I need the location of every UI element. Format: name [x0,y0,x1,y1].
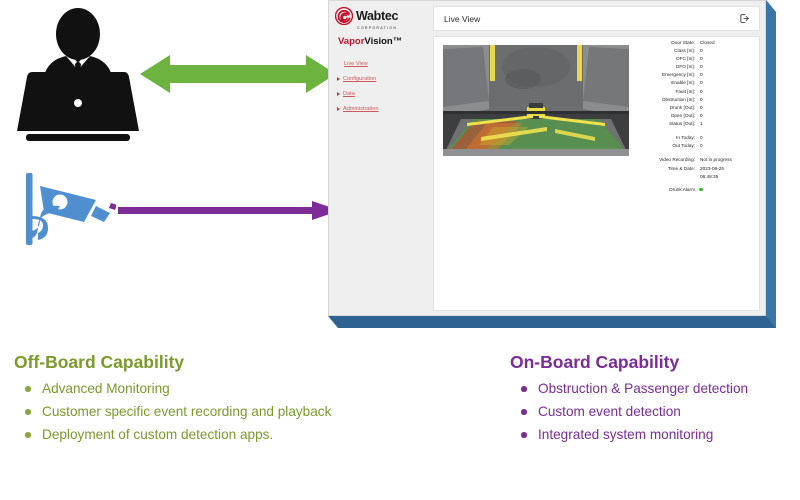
status-value: 0 [700,135,703,141]
onboard-capability-section: On-Board Capability Obstruction & Passen… [510,352,800,447]
offboard-capability-section: Off-Board Capability Advanced Monitoring… [14,352,374,447]
status-value: Closed [700,40,715,45]
person-at-laptop-icon [17,8,139,141]
chevron-right-icon [337,92,340,96]
status-value: 0 [700,72,703,78]
sidebar-item-live-view[interactable]: Live View [337,61,429,67]
time-date-label: Time & Date: [667,166,695,172]
vaporvision-app-window: Wabtec CORPORATION VaporVision™ Live Vie… [328,0,776,328]
status-row: Emergency [In]: 0 [632,71,756,79]
status-row: Enable [In]: 0 [632,79,756,87]
status-value: 0 [700,80,703,86]
status-label: Fault [In]: [675,88,695,94]
sidebar-item-label: Administration [343,106,379,112]
status-label: In Today: [676,135,695,141]
sidebar-item-label: Configuration [343,76,377,82]
sidebar-item-administration[interactable]: Administration [337,106,429,112]
drunk-alarm-label: Drunk Alarm [669,187,695,193]
time-date-row: Time & Date: 2023-09-25 06:48:35 [632,165,756,180]
brand-block: Wabtec CORPORATION VaporVision™ [329,1,429,47]
status-label: DFC [In]: [676,56,695,62]
status-led-icon [699,187,703,192]
status-label: DFO [In]: [675,64,695,70]
date-value: 2023-09-25 [700,166,724,172]
brand-subtitle: CORPORATION [357,26,398,30]
wabtec-spiral-icon [335,7,353,25]
status-value: 0 [700,48,703,54]
status-row: DFC [In]: 0 [632,55,756,63]
status-row: Class [In]: 0 [632,47,756,55]
product-name-suffix: Vision™ [364,36,403,47]
list-item: Obstruction & Passenger detection [510,378,800,399]
app-sidebar: Wabtec CORPORATION VaporVision™ Live Vie… [329,1,429,315]
video-recording-row: Video Recording: Not in progress [632,156,756,164]
status-label: Door State: [671,40,695,45]
content-header: Live View [433,6,760,31]
status-label: Out Today: [672,143,695,149]
logout-icon[interactable] [739,13,750,24]
status-row: Obstruction [In]: 0 [632,96,756,104]
brand-name: Wabtec [356,8,399,23]
status-row: Status [Out]: 1 [632,120,756,128]
status-label: Enable [In]: [671,80,695,86]
onboard-list: Obstruction & Passenger detection Custom… [510,378,800,445]
status-row: Fault [In]: 0 [632,88,756,96]
video-recording-label: Video Recording: [659,157,695,163]
status-label: Obstruction [In]: [661,96,695,102]
status-value: 0 [700,88,703,94]
status-row: Open [Out]: 0 [632,112,756,120]
sidebar-item-label: Live View [344,61,368,67]
onboard-title: On-Board Capability [510,352,680,372]
status-value: 0 [700,96,703,102]
status-row: DFO [In]: 0 [632,63,756,71]
status-label: Status [Out]: [668,120,695,126]
status-label: Class [In]: [674,48,695,54]
chevron-right-icon [337,77,340,81]
page-title: Live View [444,13,481,24]
content-body: Door State: Closed Class [In]: 0 DFC [In… [433,36,760,311]
app-content: Live View Door State: Closed Class [In]:… [429,1,765,315]
video-recording-value: Not in progress [700,157,732,163]
status-label: Open [Out]: [670,112,695,118]
green-double-headed-arrow [140,55,336,93]
sidebar-nav: Live View Configuration Data Administrat… [329,61,429,112]
product-name-prefix: Vapor [338,36,365,47]
list-item: Customer specific event recording and pl… [14,401,374,422]
list-item: Deployment of custom detection apps. [14,424,374,445]
status-row: Door State: Closed [632,39,756,47]
status-row: In Today: 0 [632,134,756,142]
chevron-right-icon [337,107,340,111]
status-value: 0 [700,143,703,149]
status-row: Drunk [Out]: 0 [632,104,756,112]
status-label: Emergency [In]: [662,72,695,78]
live-video-feed[interactable] [443,45,629,156]
offboard-list: Advanced Monitoring Customer specific ev… [14,378,374,445]
status-value: 1 [700,120,703,126]
sidebar-item-data[interactable]: Data [337,91,429,97]
status-label: Drunk [Out]: [669,104,695,110]
sidebar-item-label: Data [343,91,355,97]
list-item: Integrated system monitoring [510,424,800,445]
cctv-camera-icon [26,173,116,245]
status-value: 0 [700,56,703,62]
drunk-alarm-row: Drunk Alarm [632,187,756,192]
status-value: 0 [700,112,703,118]
product-name: VaporVision™ [338,36,429,47]
status-row: Out Today: 0 [632,142,756,150]
offboard-title: Off-Board Capability [14,352,185,372]
time-value: 06:48:35 [700,173,719,179]
status-panel: Door State: Closed Class [In]: 0 DFC [In… [632,39,756,192]
purple-right-arrow [118,201,340,220]
status-value: 0 [700,104,703,110]
list-item: Custom event detection [510,401,800,422]
list-item: Advanced Monitoring [14,378,374,399]
sidebar-item-configuration[interactable]: Configuration [337,76,429,82]
status-value: 0 [700,64,703,70]
